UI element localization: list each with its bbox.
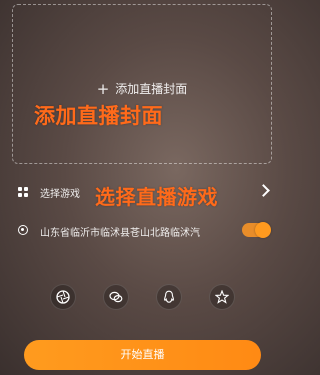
select-game-label: 选择游戏 (40, 189, 80, 200)
plus-icon: + (96, 80, 110, 98)
cover-annotation: 添加直播封面 (34, 104, 163, 128)
grid-icon (18, 187, 29, 198)
wechat-icon[interactable] (103, 284, 129, 310)
add-cover-label-row: + 添加直播封面 (13, 80, 271, 98)
location-toggle[interactable] (242, 222, 271, 238)
qzone-icon[interactable] (209, 284, 235, 310)
game-annotation: 选择直播游戏 (95, 185, 218, 209)
location-row: 山东省临沂市临沭县苍山北路临沭汽 (14, 222, 272, 242)
start-live-button[interactable]: 开始直播 (24, 340, 261, 370)
chevron-right-icon (257, 184, 270, 197)
toggle-knob (255, 222, 271, 238)
location-label: 山东省临沂市临沭县苍山北路临沭汽 (40, 228, 200, 239)
location-pin-icon (18, 225, 28, 235)
add-cover-area[interactable]: + 添加直播封面 (12, 4, 272, 164)
share-row (50, 284, 236, 310)
add-cover-label: 添加直播封面 (115, 82, 188, 96)
moments-icon[interactable] (50, 284, 76, 310)
qq-icon[interactable] (156, 284, 182, 310)
